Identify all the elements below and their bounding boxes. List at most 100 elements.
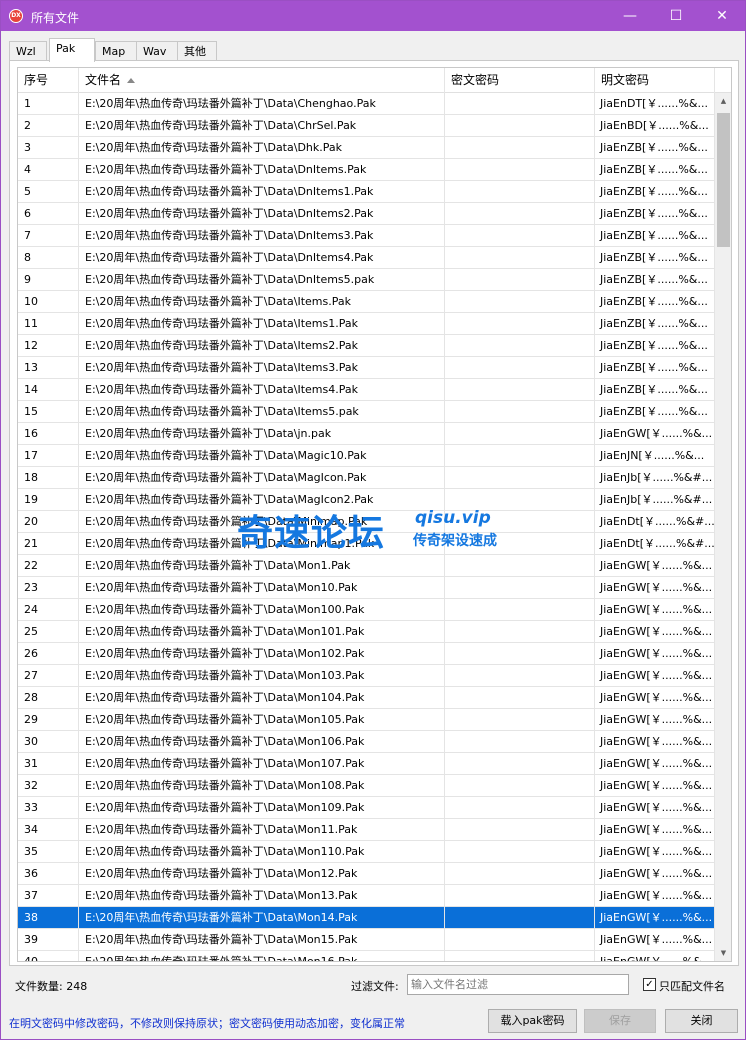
cell-plain-password[interactable]: JiaEnZB[￥......%&... — [595, 181, 715, 202]
column-header-index[interactable]: 序号 — [18, 68, 79, 93]
cell-plain-password[interactable]: JiaEnGW[￥......%&... — [595, 929, 715, 950]
table-row[interactable]: 40 E:\20周年\热血传奇\玛珐番外篇补丁\Data\Mon16.Pak Jia… — [18, 951, 715, 961]
cell-plain-password[interactable]: JiaEnGW[￥......%&... — [595, 951, 715, 961]
maximize-button[interactable]: ☐ — [653, 1, 699, 31]
table-row[interactable]: 27 E:\20周年\热血传奇\玛珐番外篇补丁\Data\Mon103.Pak Ji… — [18, 665, 715, 687]
cell-plain-password[interactable]: JiaEnGW[￥......%&... — [595, 819, 715, 840]
table-row[interactable]: 38 E:\20周年\热血传奇\玛珐番外篇补丁\Data\Mon14.Pak Jia… — [18, 907, 715, 929]
table-row[interactable]: 13 E:\20周年\热血传奇\玛珐番外篇补丁\Data\Items3.Pak Ji… — [18, 357, 715, 379]
table-row[interactable]: 14 E:\20周年\热血传奇\玛珐番外篇补丁\Data\Items4.Pak Ji… — [18, 379, 715, 401]
table-row[interactable]: 2 E:\20周年\热血传奇\玛珐番外篇补丁\Data\ChrSel.Pak Jia… — [18, 115, 715, 137]
table-row[interactable]: 24 E:\20周年\热血传奇\玛珐番外篇补丁\Data\Mon100.Pak Ji… — [18, 599, 715, 621]
table-row[interactable]: 33 E:\20周年\热血传奇\玛珐番外篇补丁\Data\Mon109.Pak Ji… — [18, 797, 715, 819]
table-row[interactable]: 30 E:\20周年\热血传奇\玛珐番外篇补丁\Data\Mon106.Pak Ji… — [18, 731, 715, 753]
cell-plain-password[interactable]: JiaEnZB[￥......%&... — [595, 335, 715, 356]
tab-other[interactable]: 其他 — [177, 41, 217, 61]
close-window-button[interactable]: ✕ — [699, 1, 745, 31]
cell-plain-password[interactable]: JiaEnGW[￥......%&... — [595, 863, 715, 884]
table-row[interactable]: 17 E:\20周年\热血传奇\玛珐番外篇补丁\Data\Magic10.Pak J… — [18, 445, 715, 467]
cell-plain-password[interactable]: JiaEnDT[￥......%&... — [595, 93, 715, 114]
cell-plain-password[interactable]: JiaEnZB[￥......%&... — [595, 313, 715, 334]
table-row[interactable]: 3 E:\20周年\热血传奇\玛珐番外篇补丁\Data\Dhk.Pak JiaEnZ… — [18, 137, 715, 159]
table-row[interactable]: 7 E:\20周年\热血传奇\玛珐番外篇补丁\Data\DnItems3.Pak J… — [18, 225, 715, 247]
table-row[interactable]: 8 E:\20周年\热血传奇\玛珐番外篇补丁\Data\DnItems4.Pak J… — [18, 247, 715, 269]
table-row[interactable]: 10 E:\20周年\热血传奇\玛珐番外篇补丁\Data\Items.Pak Jia… — [18, 291, 715, 313]
cell-plain-password[interactable]: JiaEnZB[￥......%&... — [595, 291, 715, 312]
column-header-cipher-password[interactable]: 密文密码 — [445, 68, 595, 93]
table-row[interactable]: 4 E:\20周年\热血传奇\玛珐番外篇补丁\Data\DnItems.Pak Ji… — [18, 159, 715, 181]
table-row[interactable]: 28 E:\20周年\热血传奇\玛珐番外篇补丁\Data\Mon104.Pak Ji… — [18, 687, 715, 709]
load-pak-password-button[interactable]: 载入pak密码 — [488, 1009, 577, 1033]
cell-plain-password[interactable]: JiaEnGW[￥......%&... — [595, 643, 715, 664]
cell-plain-password[interactable]: JiaEnGW[￥......%&... — [595, 907, 715, 928]
cell-plain-password[interactable]: JiaEnZB[￥......%&... — [595, 357, 715, 378]
cell-plain-password[interactable]: JiaEnGW[￥......%&... — [595, 599, 715, 620]
scroll-up-icon[interactable]: ▲ — [715, 93, 731, 110]
cell-plain-password[interactable]: JiaEnBD[￥......%&... — [595, 115, 715, 136]
vertical-scrollbar[interactable]: ▲ ▼ — [715, 93, 731, 961]
table-row[interactable]: 23 E:\20周年\热血传奇\玛珐番外篇补丁\Data\Mon10.Pak Jia… — [18, 577, 715, 599]
cell-plain-password[interactable]: JiaEnZB[￥......%&... — [595, 401, 715, 422]
table-row[interactable]: 11 E:\20周年\热血传奇\玛珐番外篇补丁\Data\Items1.Pak Ji… — [18, 313, 715, 335]
table-row[interactable]: 22 E:\20周年\热血传奇\玛珐番外篇补丁\Data\Mon1.Pak JiaE… — [18, 555, 715, 577]
table-row[interactable]: 25 E:\20周年\热血传奇\玛珐番外篇补丁\Data\Mon101.Pak Ji… — [18, 621, 715, 643]
cell-plain-password[interactable]: JiaEnGW[￥......%&... — [595, 709, 715, 730]
tab-pak[interactable]: Pak — [49, 38, 95, 62]
table-row[interactable]: 15 E:\20周年\热血传奇\玛珐番外篇补丁\Data\Items5.pak Ji… — [18, 401, 715, 423]
table-row[interactable]: 36 E:\20周年\热血传奇\玛珐番外篇补丁\Data\Mon12.Pak Jia… — [18, 863, 715, 885]
cell-plain-password[interactable]: JiaEnGW[￥......%&... — [595, 687, 715, 708]
scroll-thumb[interactable] — [717, 113, 730, 247]
cell-plain-password[interactable]: JiaEnDt[￥......%&#... — [595, 511, 715, 532]
cell-plain-password[interactable]: JiaEnZB[￥......%&... — [595, 203, 715, 224]
cell-plain-password[interactable]: JiaEnZB[￥......%&... — [595, 247, 715, 268]
table-row[interactable]: 31 E:\20周年\热血传奇\玛珐番外篇补丁\Data\Mon107.Pak Ji… — [18, 753, 715, 775]
cell-plain-password[interactable]: JiaEnDt[￥......%&#... — [595, 533, 715, 554]
table-row[interactable]: 35 E:\20周年\热血传奇\玛珐番外篇补丁\Data\Mon110.Pak Ji… — [18, 841, 715, 863]
table-row[interactable]: 5 E:\20周年\热血传奇\玛珐番外篇补丁\Data\DnItems1.Pak J… — [18, 181, 715, 203]
tab-map[interactable]: Map — [95, 41, 137, 61]
table-row[interactable]: 18 E:\20周年\热血传奇\玛珐番外篇补丁\Data\MagIcon.Pak J… — [18, 467, 715, 489]
cell-plain-password[interactable]: JiaEnGW[￥......%&... — [595, 731, 715, 752]
cell-plain-password[interactable]: JiaEnGW[￥......%&... — [595, 753, 715, 774]
table-row[interactable]: 16 E:\20周年\热血传奇\玛珐番外篇补丁\Data\jn.pak JiaEnG… — [18, 423, 715, 445]
cell-plain-password[interactable]: JiaEnJb[￥......%&#... — [595, 467, 715, 488]
cell-plain-password[interactable]: JiaEnZB[￥......%&... — [595, 159, 715, 180]
close-button[interactable]: 关闭 — [665, 1009, 738, 1033]
table-row[interactable]: 6 E:\20周年\热血传奇\玛珐番外篇补丁\Data\DnItems2.Pak J… — [18, 203, 715, 225]
cell-plain-password[interactable]: JiaEnGW[￥......%&... — [595, 555, 715, 576]
cell-plain-password[interactable]: JiaEnZB[￥......%&... — [595, 379, 715, 400]
title-bar[interactable]: DX 所有文件 — ☐ ✕ — [1, 1, 745, 31]
cell-plain-password[interactable]: JiaEnZB[￥......%&... — [595, 225, 715, 246]
match-filename-checkbox[interactable]: ✓ — [643, 978, 656, 991]
table-row[interactable]: 29 E:\20周年\热血传奇\玛珐番外篇补丁\Data\Mon105.Pak Ji… — [18, 709, 715, 731]
cell-plain-password[interactable]: JiaEnJb[￥......%&#... — [595, 489, 715, 510]
cell-plain-password[interactable]: JiaEnZB[￥......%&... — [595, 269, 715, 290]
cell-plain-password[interactable]: JiaEnGW[￥......%&... — [595, 665, 715, 686]
table-row[interactable]: 12 E:\20周年\热血传奇\玛珐番外篇补丁\Data\Items2.Pak Ji… — [18, 335, 715, 357]
filter-input[interactable] — [407, 974, 629, 995]
cell-plain-password[interactable]: JiaEnGW[￥......%&... — [595, 423, 715, 444]
table-row[interactable]: 9 E:\20周年\热血传奇\玛珐番外篇补丁\Data\DnItems5.pak J… — [18, 269, 715, 291]
table-row[interactable]: 37 E:\20周年\热血传奇\玛珐番外篇补丁\Data\Mon13.Pak Jia… — [18, 885, 715, 907]
cell-plain-password[interactable]: JiaEnGW[￥......%&... — [595, 577, 715, 598]
cell-plain-password[interactable]: JiaEnGW[￥......%&... — [595, 885, 715, 906]
tab-wzl[interactable]: Wzl — [9, 41, 47, 61]
column-header-filename[interactable]: 文件名 — [79, 68, 445, 93]
table-row[interactable]: 39 E:\20周年\热血传奇\玛珐番外篇补丁\Data\Mon15.Pak Jia… — [18, 929, 715, 951]
table-row[interactable]: 26 E:\20周年\热血传奇\玛珐番外篇补丁\Data\Mon102.Pak Ji… — [18, 643, 715, 665]
table-row[interactable]: 32 E:\20周年\热血传奇\玛珐番外篇补丁\Data\Mon108.Pak Ji… — [18, 775, 715, 797]
scroll-down-icon[interactable]: ▼ — [715, 945, 731, 961]
cell-plain-password[interactable]: JiaEnGW[￥......%&... — [595, 841, 715, 862]
cell-plain-password[interactable]: JiaEnGW[￥......%&... — [595, 797, 715, 818]
cell-plain-password[interactable]: JiaEnZB[￥......%&... — [595, 137, 715, 158]
column-header-plain-password[interactable]: 明文密码 — [595, 68, 715, 93]
match-filename-label[interactable]: 只匹配文件名 — [659, 978, 725, 994]
table-row[interactable]: 34 E:\20周年\热血传奇\玛珐番外篇补丁\Data\Mon11.Pak Jia… — [18, 819, 715, 841]
save-button[interactable]: 保存 — [584, 1009, 656, 1033]
minimize-button[interactable]: — — [607, 1, 653, 31]
cell-plain-password[interactable]: JiaEnGW[￥......%&... — [595, 621, 715, 642]
tab-wav[interactable]: Wav — [136, 41, 178, 61]
table-row[interactable]: 1 E:\20周年\热血传奇\玛珐番外篇补丁\Data\Chenghao.Pak J… — [18, 93, 715, 115]
cell-plain-password[interactable]: JiaEnJN[￥......%&... — [595, 445, 715, 466]
cell-plain-password[interactable]: JiaEnGW[￥......%&... — [595, 775, 715, 796]
